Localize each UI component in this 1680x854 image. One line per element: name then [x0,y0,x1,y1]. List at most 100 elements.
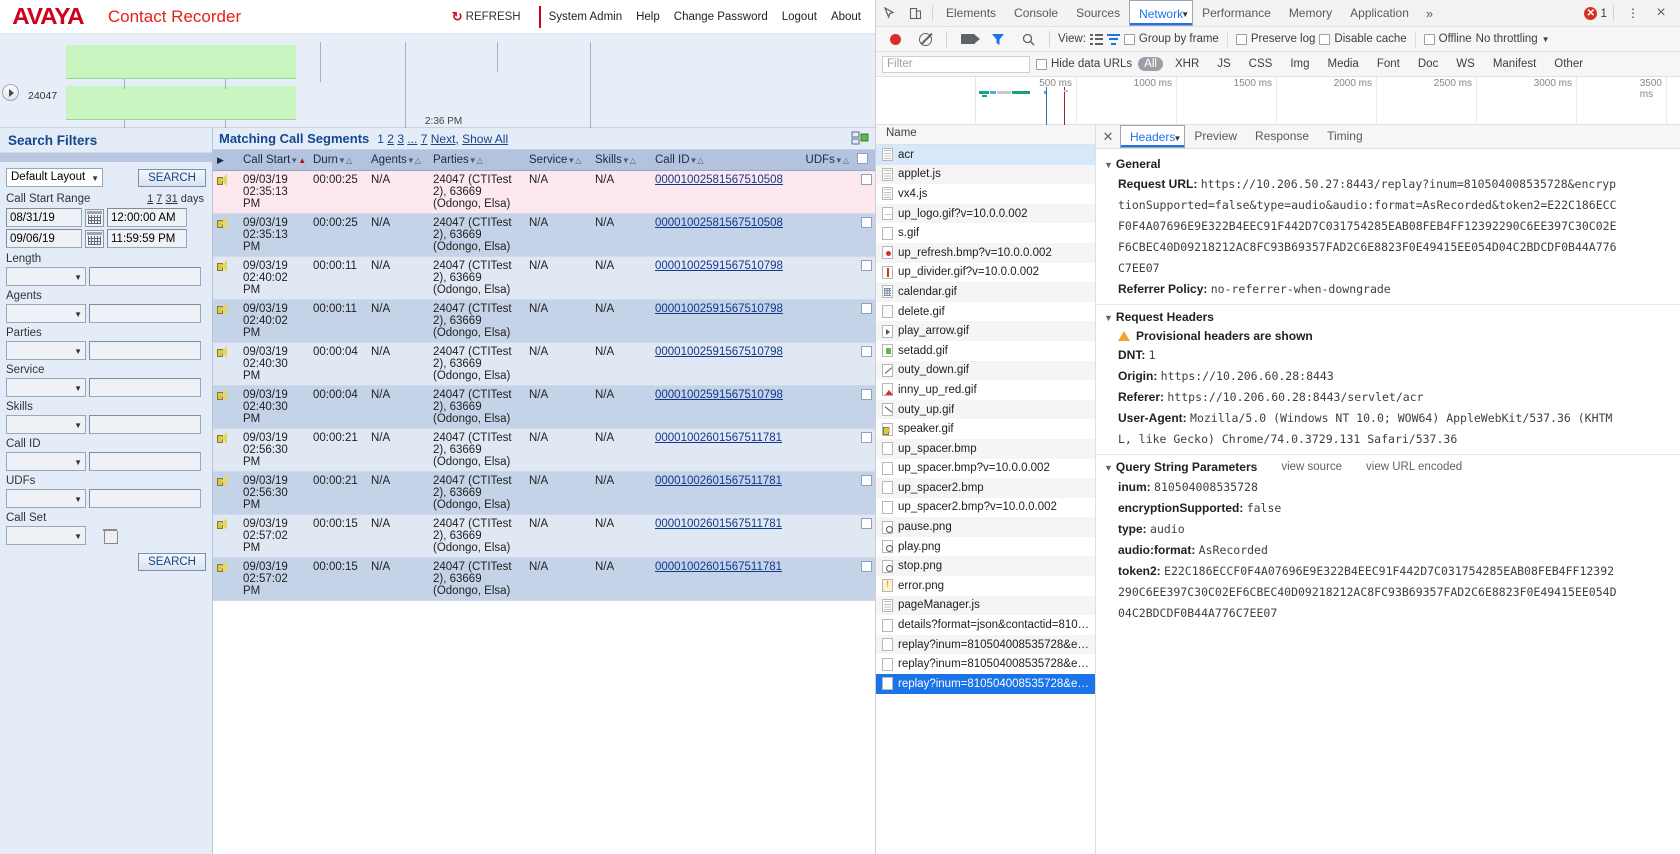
speaker-icon[interactable] [217,174,229,186]
row-checkbox[interactable] [860,432,872,443]
call-id-link[interactable]: 00001002581567510508 [655,174,783,186]
cell-select[interactable] [853,213,875,257]
offline-option[interactable]: Offline [1423,33,1472,45]
row-checkbox[interactable] [860,217,872,228]
sort-marks[interactable]: ▼△ [622,156,636,165]
refresh-button[interactable]: ↻ REFRESH [452,9,531,25]
offline-checkbox[interactable] [1423,33,1435,45]
play-cell[interactable] [213,342,239,386]
request-row[interactable]: speaker.gif [876,419,1095,439]
row-checkbox[interactable] [860,561,872,572]
speaker-icon[interactable] [217,389,229,401]
next-link[interactable]: Next, [431,132,459,146]
type-filter-img[interactable]: Img [1284,57,1315,71]
row-checkbox[interactable] [860,174,872,185]
agents-value-input[interactable] [89,304,201,323]
play-cell[interactable] [213,471,239,515]
request-row[interactable]: up_spacer2.bmp?v=10.0.0.002 [876,498,1095,518]
table-row[interactable]: 09/03/19 02:56:30 PM 00:00:21 N/A 24047 (… [213,428,875,472]
request-row[interactable]: calendar.gif [876,282,1095,302]
call-id-link[interactable]: 00001002591567510798 [655,303,783,315]
view-url-encoded-link[interactable]: view URL encoded [1366,461,1462,473]
play-cell[interactable] [213,385,239,429]
parties-operator-select[interactable] [6,341,86,360]
sort-marks[interactable]: ▼△ [338,156,352,165]
expand-column-header[interactable]: ▶ [213,150,239,171]
view-waterfall-icon[interactable] [1106,33,1120,45]
col-call-start[interactable]: Call Start▼▲ [239,150,309,171]
close-detail-icon[interactable]: ✕ [1096,129,1120,145]
date-to-input[interactable]: 09/06/19 [6,229,82,248]
request-row[interactable]: replay?inum=810504008535728&enc… [876,654,1095,674]
error-badge[interactable]: ✕ 1 [1584,6,1607,20]
type-filter-font[interactable]: Font [1371,57,1406,71]
table-row[interactable]: 09/03/19 02:40:30 PM 00:00:04 N/A 24047 (… [213,342,875,386]
preserve-log-checkbox[interactable] [1235,33,1247,45]
call-id-link[interactable]: 00001002591567510798 [655,389,783,401]
request-row[interactable]: delete.gif [876,302,1095,322]
request-row[interactable]: play_arrow.gif [876,321,1095,341]
cell-select[interactable] [853,557,875,601]
page-2[interactable]: 2 [387,132,394,146]
table-row[interactable]: 09/03/19 02:57:02 PM 00:00:15 N/A 24047 (… [213,557,875,601]
request-row[interactable]: pageManager.js [876,595,1095,616]
filter-input[interactable]: Filter [882,55,1030,73]
page-ellipsis[interactable]: ... [407,132,417,146]
table-row[interactable]: 09/03/19 02:40:30 PM 00:00:04 N/A 24047 (… [213,385,875,429]
speaker-icon[interactable] [217,475,229,487]
speaker-icon[interactable] [217,561,229,573]
type-filter-all[interactable]: All [1138,57,1163,71]
tab-sources[interactable]: Sources [1067,0,1129,26]
hide-data-urls-option[interactable]: Hide data URLs [1036,58,1132,70]
request-row[interactable]: applet.js [876,164,1095,185]
col-udfs[interactable]: UDFs▼△ [791,150,853,171]
group-by-frame-checkbox[interactable] [1123,33,1135,45]
table-row[interactable]: 09/03/19 02:57:02 PM 00:00:15 N/A 24047 (… [213,514,875,558]
play-cell[interactable] [213,557,239,601]
show-all-link[interactable]: Show All [462,132,508,146]
group-by-frame-option[interactable]: Group by frame [1123,33,1219,45]
col-service[interactable]: Service▼△ [525,150,591,171]
network-overview[interactable]: 500 ms 1000 ms 1500 ms 2000 ms 2500 ms 3… [876,77,1680,125]
row-checkbox[interactable] [860,303,872,314]
calendar-icon[interactable] [85,208,104,227]
callid-value-input[interactable] [89,452,201,471]
request-row[interactable]: up_logo.gif?v=10.0.0.002 [876,203,1095,224]
type-filter-manifest[interactable]: Manifest [1487,57,1542,71]
row-checkbox[interactable] [860,260,872,271]
col-agents[interactable]: Agents▼△ [367,150,429,171]
speaker-icon[interactable] [217,518,229,530]
request-row[interactable]: inny_up_red.gif [876,380,1095,400]
callset-select[interactable] [6,526,86,545]
request-row[interactable]: replay?inum=810504008535728&enc… [876,634,1095,655]
request-list-header[interactable]: Name [876,125,1095,145]
type-filter-js[interactable]: JS [1211,57,1236,71]
row-checkbox[interactable] [860,346,872,357]
col-parties[interactable]: Parties▼△ [429,150,525,171]
request-row[interactable]: s.gif [876,223,1095,243]
request-row[interactable]: pause.png [876,517,1095,537]
nav-help[interactable]: Help [636,11,660,23]
close-devtools-icon[interactable]: × [1648,0,1674,26]
devtools-menu-icon[interactable]: ⋮ [1620,0,1646,26]
days-7[interactable]: 7 [156,193,162,205]
clear-button[interactable] [912,26,938,52]
speaker-icon[interactable] [217,432,229,444]
general-section-title[interactable]: ▼ General [1096,154,1680,174]
cell-select[interactable] [853,514,875,558]
speaker-icon[interactable] [217,303,229,315]
delete-icon[interactable] [103,528,118,544]
layout-select[interactable]: Default Layout [6,168,103,187]
col-durn[interactable]: Durn▼△ [309,150,367,171]
udfs-operator-select[interactable] [6,489,86,508]
tab-performance[interactable]: Performance [1193,0,1280,26]
disable-cache-option[interactable]: Disable cache [1319,33,1407,45]
request-row[interactable]: outy_up.gif [876,399,1095,420]
cell-call-id[interactable]: 00001002601567511781 [651,471,791,515]
request-row[interactable]: vx4.js [876,184,1095,204]
sort-marks[interactable]: ▼△ [567,156,581,165]
request-row[interactable]: up_spacer.bmp?v=10.0.0.002 [876,459,1095,479]
cell-select[interactable] [853,471,875,515]
play-cell[interactable] [213,256,239,300]
call-id-link[interactable]: 00001002601567511781 [655,561,782,573]
